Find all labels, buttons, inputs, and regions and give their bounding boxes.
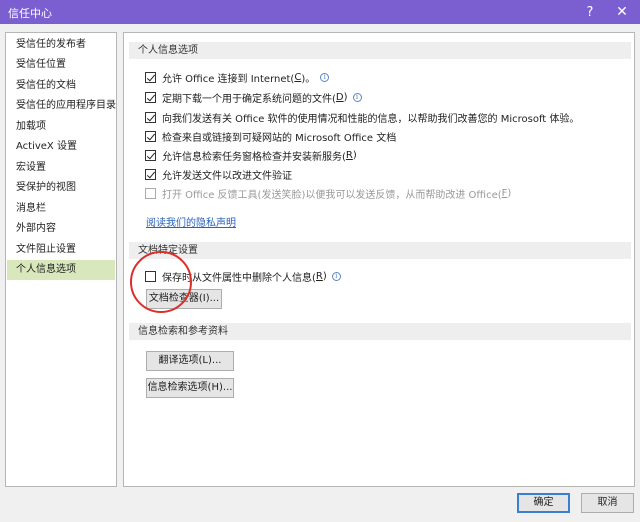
option-research-pane-services[interactable]: 允许信息检索任务窗格检查并安装新服务(R) (145, 148, 357, 163)
option-connect-internet[interactable]: 允许 Office 连接到 Internet(C)。 i (145, 70, 330, 85)
sidebar-item-trusted-locations[interactable]: 受信任位置 (7, 55, 115, 75)
sidebar-item-trusted-publishers[interactable]: 受信任的发布者 (7, 35, 115, 55)
info-icon[interactable]: i (331, 271, 341, 281)
research-options-button[interactable]: 信息检索选项(H)... (146, 378, 234, 398)
sidebar-item-message-bar[interactable]: 消息栏 (7, 199, 115, 219)
info-icon[interactable]: i (320, 72, 330, 82)
ok-button[interactable]: 确定 (517, 493, 570, 513)
cancel-button[interactable]: 取消 (581, 493, 634, 513)
sidebar-item-addins[interactable]: 加载项 (7, 117, 115, 137)
option-feedback-tool: 打开 Office 反馈工具(发送笑脸)以便我可以发送反馈，从而帮助改进 Off… (145, 186, 511, 201)
translation-options-button[interactable]: 翻译选项(L)... (146, 351, 234, 371)
checkbox[interactable] (145, 91, 156, 103)
checkbox[interactable] (145, 111, 156, 123)
highlight-circle (130, 251, 192, 313)
checkbox[interactable] (145, 149, 156, 161)
option-check-suspicious-sites[interactable]: 检查来自或链接到可疑网站的 Microsoft Office 文档 (145, 129, 396, 144)
section-heading-personal-info: 个人信息选项 (129, 42, 631, 59)
content-panel: 个人信息选项 允许 Office 连接到 Internet(C)。 i 定期下载… (123, 32, 635, 487)
checkbox[interactable] (145, 168, 156, 180)
privacy-statement-link[interactable]: 阅读我们的隐私声明 (146, 214, 236, 229)
info-icon[interactable]: i (352, 92, 362, 102)
option-file-validation[interactable]: 允许发送文件以改进文件验证 (145, 167, 292, 182)
checkbox[interactable] (145, 71, 156, 83)
sidebar-item-protected-view[interactable]: 受保护的视图 (7, 178, 115, 198)
sidebar-item-privacy-options[interactable]: 个人信息选项 (7, 260, 115, 280)
sidebar-item-macro[interactable]: 宏设置 (7, 158, 115, 178)
sidebar-item-external-content[interactable]: 外部内容 (7, 219, 115, 239)
title-bar: 信任中心 ? ✕ (0, 0, 640, 24)
window-title: 信任中心 (8, 7, 52, 20)
help-icon[interactable]: ? (574, 0, 606, 24)
section-heading-document-specific: 文档特定设置 (129, 242, 631, 259)
checkbox (145, 187, 156, 199)
section-heading-research: 信息检索和参考资料 (129, 323, 631, 340)
sidebar-item-file-block[interactable]: 文件阻止设置 (7, 240, 115, 260)
sidebar-item-activex[interactable]: ActiveX 设置 (7, 137, 115, 157)
sidebar: 受信任的发布者 受信任位置 受信任的文档 受信任的应用程序目录 加载项 Acti… (5, 32, 117, 487)
option-send-usage-info[interactable]: 向我们发送有关 Office 软件的使用情况和性能的信息，以帮助我们改善您的 M… (145, 110, 579, 125)
close-icon[interactable]: ✕ (606, 0, 638, 24)
checkbox[interactable] (145, 130, 156, 142)
option-download-diagnostic-file[interactable]: 定期下载一个用于确定系统问题的文件(D) i (145, 90, 362, 105)
sidebar-item-trusted-documents[interactable]: 受信任的文档 (7, 76, 115, 96)
sidebar-item-trusted-app-catalogs[interactable]: 受信任的应用程序目录 (7, 96, 116, 116)
